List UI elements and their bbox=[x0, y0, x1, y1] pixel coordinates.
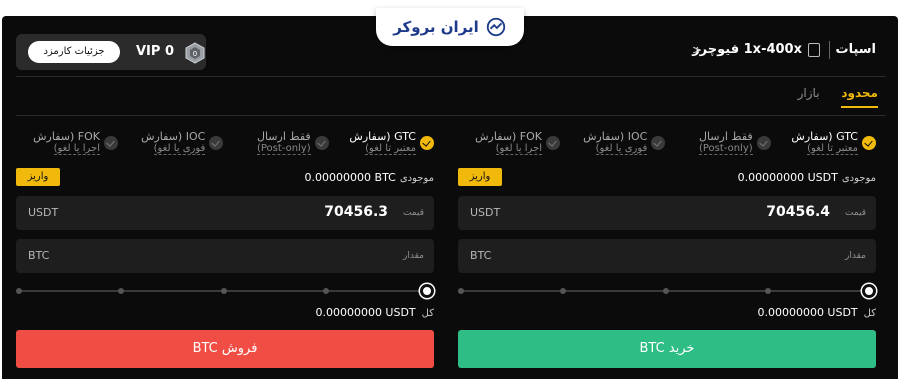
balance-value: 0.00000000 USDT bbox=[737, 171, 838, 184]
buy-time-in-force-options: GTC (سفارش معتبر تا لغو) فقط ارسال (Post… bbox=[458, 128, 876, 160]
slider-step[interactable] bbox=[560, 288, 566, 294]
market-type-title[interactable]: اسپات bbox=[836, 42, 877, 57]
sell-option-ioc[interactable]: IOC (سفارش فوری یا لغو) bbox=[121, 128, 224, 160]
tabs-divider bbox=[16, 115, 886, 116]
slider-step[interactable] bbox=[323, 288, 329, 294]
balance-value: 0.00000000 BTC bbox=[304, 171, 396, 184]
total-label: کل bbox=[863, 308, 876, 319]
sell-option-post-only[interactable]: فقط ارسال (Post-only) bbox=[227, 128, 329, 160]
option-sublabel: فوری یا لغو) bbox=[153, 143, 206, 155]
slider-step[interactable] bbox=[16, 288, 22, 294]
option-label: FOK (سفارش bbox=[33, 130, 100, 143]
price-currency: USDT bbox=[28, 206, 59, 219]
buy-option-fok[interactable]: FOK (سفارش اجرا یا لغو) bbox=[458, 128, 560, 160]
brand-logo-icon bbox=[486, 17, 505, 37]
price-label: قیمت bbox=[844, 208, 866, 218]
option-label: فقط ارسال bbox=[698, 130, 753, 143]
sell-btc-button[interactable]: فروش BTC bbox=[16, 330, 434, 368]
chevron-right-icon[interactable]: > bbox=[692, 43, 702, 57]
slider-step[interactable] bbox=[458, 288, 464, 294]
sell-option-fok[interactable]: FOK (سفارش اجرا یا لغو) bbox=[16, 128, 118, 160]
slider-handle[interactable] bbox=[420, 284, 434, 298]
brand-logo: ایران بروکر bbox=[376, 8, 524, 46]
price-value[interactable]: 70456.4 bbox=[766, 204, 830, 220]
balance-label: موجودی bbox=[399, 173, 434, 184]
option-label: GTC (سفارش bbox=[791, 130, 858, 143]
buy-option-post-only[interactable]: فقط ارسال (Post-only) bbox=[669, 128, 771, 160]
svg-text:0: 0 bbox=[193, 50, 197, 58]
check-icon[interactable] bbox=[419, 136, 434, 150]
slider-handle[interactable] bbox=[862, 284, 876, 298]
option-sublabel: اجرا یا لغو) bbox=[495, 143, 542, 155]
sell-balance-row: واریز موجودی0.00000000 BTC bbox=[16, 166, 434, 188]
option-sublabel: اجرا یا لغو) bbox=[53, 143, 100, 155]
check-icon[interactable] bbox=[861, 136, 876, 150]
option-sublabel: (Post-only) bbox=[256, 143, 311, 155]
amount-currency: BTC bbox=[28, 249, 50, 262]
sell-amount-input[interactable]: BTC مقدار bbox=[16, 239, 434, 273]
order-type-tabs: محدود بازار bbox=[780, 86, 878, 108]
buy-price-input[interactable]: USDT 70456.4 قیمت bbox=[458, 196, 876, 230]
price-value[interactable]: 70456.3 bbox=[324, 204, 388, 220]
brand-logo-text: ایران بروکر bbox=[393, 18, 479, 36]
check-icon[interactable] bbox=[104, 136, 118, 150]
sell-amount-slider[interactable] bbox=[16, 284, 434, 298]
price-label: قیمت bbox=[402, 208, 424, 218]
pair-selector[interactable]: 1x-400x فیوچرز bbox=[692, 42, 802, 57]
buy-option-ioc[interactable]: IOC (سفارش فوری یا لغو) bbox=[563, 128, 666, 160]
tab-limit[interactable]: محدود bbox=[841, 86, 878, 108]
slider-step[interactable] bbox=[118, 288, 124, 294]
option-sublabel: معتبر تا لغو) bbox=[807, 143, 858, 155]
option-label: فقط ارسال bbox=[256, 130, 311, 143]
sell-time-in-force-options: GTC (سفارش معتبر تا لغو) فقط ارسال (Post… bbox=[16, 128, 434, 160]
amount-label: مقدار bbox=[403, 251, 424, 261]
buy-option-gtc[interactable]: GTC (سفارش معتبر تا لغو) bbox=[774, 128, 876, 160]
buy-amount-input[interactable]: BTC مقدار bbox=[458, 239, 876, 273]
buy-btc-button[interactable]: خرید BTC bbox=[458, 330, 876, 368]
vip-level: VIP 0 bbox=[136, 44, 174, 59]
option-sublabel: معتبر تا لغو) bbox=[365, 143, 416, 155]
sell-total: کل 0.00000000 USDT bbox=[315, 306, 434, 319]
check-icon[interactable] bbox=[546, 136, 560, 150]
copy-icon[interactable] bbox=[808, 43, 820, 57]
slider-step[interactable] bbox=[221, 288, 227, 294]
option-label: IOC (سفارش bbox=[583, 130, 648, 143]
option-label: GTC (سفارش bbox=[349, 130, 416, 143]
balance-label: موجودی bbox=[841, 173, 876, 184]
check-icon[interactable] bbox=[209, 136, 224, 150]
amount-currency: BTC bbox=[470, 249, 492, 262]
buy-deposit-button[interactable]: واریز bbox=[458, 168, 502, 186]
tab-market[interactable]: بازار bbox=[798, 86, 820, 106]
option-label: IOC (سفارش bbox=[141, 130, 206, 143]
header-divider bbox=[16, 76, 886, 77]
sell-form: GTC (سفارش معتبر تا لغو) فقط ارسال (Post… bbox=[16, 118, 434, 376]
option-label: FOK (سفارش bbox=[475, 130, 542, 143]
amount-label: مقدار bbox=[845, 251, 866, 261]
title-separator bbox=[829, 41, 830, 59]
buy-balance-row: واریز موجودی0.00000000 USDT bbox=[458, 166, 876, 188]
buy-total: کل 0.00000000 USDT bbox=[757, 306, 876, 319]
vip-badge-icon: 0 bbox=[185, 42, 205, 64]
option-sublabel: فوری یا لغو) bbox=[595, 143, 648, 155]
total-label: کل bbox=[421, 308, 434, 319]
option-sublabel: (Post-only) bbox=[698, 143, 753, 155]
slider-step[interactable] bbox=[663, 288, 669, 294]
buy-form: GTC (سفارش معتبر تا لغو) فقط ارسال (Post… bbox=[458, 118, 876, 376]
bottom-strip bbox=[0, 379, 900, 389]
vip-panel: 0 VIP 0 جزئیات کارمزد bbox=[16, 34, 206, 70]
sell-option-gtc[interactable]: GTC (سفارش معتبر تا لغو) bbox=[332, 128, 434, 160]
sell-deposit-button[interactable]: واریز bbox=[16, 168, 60, 186]
total-value: 0.00000000 USDT bbox=[315, 306, 416, 319]
fee-details-button[interactable]: جزئیات کارمزد bbox=[28, 41, 120, 63]
slider-step[interactable] bbox=[765, 288, 771, 294]
sell-price-input[interactable]: USDT 70456.3 قیمت bbox=[16, 196, 434, 230]
check-icon[interactable] bbox=[314, 136, 329, 150]
total-value: 0.00000000 USDT bbox=[757, 306, 858, 319]
buy-balance: موجودی0.00000000 USDT bbox=[738, 171, 876, 184]
buy-amount-slider[interactable] bbox=[458, 284, 876, 298]
price-currency: USDT bbox=[470, 206, 501, 219]
check-icon[interactable] bbox=[756, 136, 771, 150]
check-icon[interactable] bbox=[651, 136, 666, 150]
sell-balance: موجودی0.00000000 BTC bbox=[305, 171, 434, 184]
